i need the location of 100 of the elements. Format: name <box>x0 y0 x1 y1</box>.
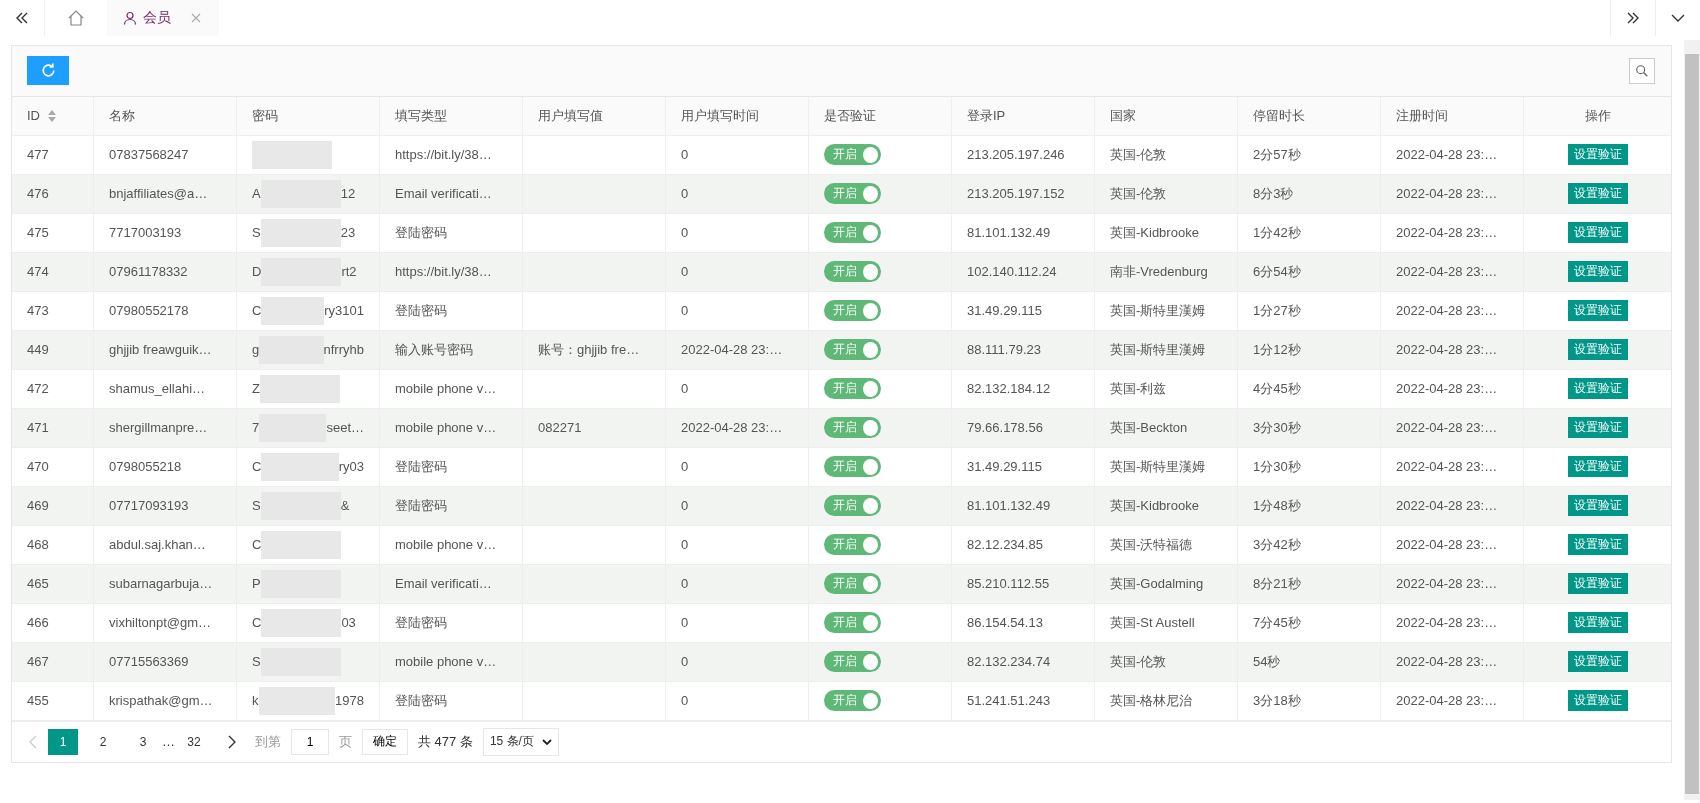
table-cell: P <box>252 576 261 592</box>
page-button[interactable]: 1 <box>48 728 78 755</box>
next-page-icon[interactable] <box>227 733 237 750</box>
table-cell: 2022-04-28 23:… <box>1396 459 1498 475</box>
total-count: 共 477 条 <box>418 732 473 751</box>
table-cell: Email verificati… <box>395 576 492 592</box>
table-cell: 466 <box>27 615 49 631</box>
table-cell: 88.111.79.23 <box>967 342 1041 358</box>
table-cell: C <box>252 537 262 553</box>
set-verify-button[interactable]: 设置验证 <box>1568 183 1628 205</box>
table-cell: C <box>252 615 262 631</box>
table-cell: subarnagarbuja… <box>109 576 213 592</box>
table-cell: 0 <box>681 303 689 319</box>
set-verify-button[interactable]: 设置验证 <box>1568 456 1628 478</box>
toggle-switch[interactable]: 开启 <box>824 573 881 595</box>
toggle-switch[interactable]: 开启 <box>824 534 881 556</box>
table-cell: 31.49.29.115 <box>967 303 1042 319</box>
set-verify-button[interactable]: 设置验证 <box>1568 612 1628 634</box>
set-verify-button[interactable]: 设置验证 <box>1568 261 1628 283</box>
toggle-switch[interactable]: 开启 <box>824 690 881 712</box>
table-cell: 07717093193 <box>109 498 189 514</box>
column-header: 用户填写时间 <box>681 106 759 125</box>
search-button[interactable] <box>1629 57 1655 84</box>
table-cell: 3分30秒 <box>1253 418 1301 437</box>
member-tab[interactable]: 会员 <box>107 0 219 36</box>
toggle-switch[interactable]: 开启 <box>824 612 881 634</box>
refresh-button[interactable] <box>27 56 69 86</box>
page-size-select[interactable]: 15 条/页 <box>482 727 559 756</box>
toggle-switch[interactable]: 开启 <box>824 261 881 283</box>
table-cell: 12 <box>340 186 356 202</box>
set-verify-button[interactable]: 设置验证 <box>1568 300 1628 322</box>
column-header: 注册时间 <box>1396 106 1448 125</box>
table-cell: 213.205.197.246 <box>967 147 1065 163</box>
table-cell: 1分48秒 <box>1253 496 1301 515</box>
scrollbar[interactable] <box>1684 40 1700 800</box>
confirm-button[interactable]: 确定 <box>362 728 408 755</box>
page-button[interactable]: 3 <box>128 728 158 755</box>
set-verify-button[interactable]: 设置验证 <box>1568 144 1628 166</box>
set-verify-button[interactable]: 设置验证 <box>1568 690 1628 712</box>
table-cell: 2022-04-28 23:… <box>1396 420 1498 436</box>
table-cell: 54秒 <box>1253 652 1281 671</box>
page-input[interactable]: 1 <box>291 728 329 755</box>
table-cell: 1分27秒 <box>1253 301 1301 320</box>
table-cell: 213.205.197.152 <box>967 186 1065 202</box>
set-verify-button[interactable]: 设置验证 <box>1568 417 1628 439</box>
page-button[interactable]: 2 <box>88 728 118 755</box>
table-cell: 81.101.132.49 <box>967 225 1051 241</box>
set-verify-button[interactable]: 设置验证 <box>1568 573 1628 595</box>
table-cell: 0 <box>681 147 689 163</box>
close-icon[interactable] <box>191 13 201 23</box>
tab-label: 会员 <box>143 9 171 27</box>
table-cell: 86.154.54.13 <box>967 615 1043 631</box>
table-cell: 英国-沃特福德 <box>1110 535 1193 554</box>
table-cell: https://bit.ly/38… <box>395 147 492 163</box>
table-cell: 0 <box>681 381 689 397</box>
set-verify-button[interactable]: 设置验证 <box>1568 495 1628 517</box>
table-cell: mobile phone v… <box>395 537 497 553</box>
home-icon[interactable] <box>67 9 85 27</box>
table-cell: 登陆密码 <box>395 691 447 710</box>
table-cell: seet… <box>326 420 364 436</box>
set-verify-button[interactable]: 设置验证 <box>1568 651 1628 673</box>
toggle-switch[interactable]: 开启 <box>824 456 881 478</box>
table-cell: 0 <box>681 186 689 202</box>
table-cell: 英国-斯特里漢姆 <box>1110 301 1206 320</box>
collapse-left-icon[interactable] <box>14 10 30 26</box>
table-cell: 南非-Vredenburg <box>1110 262 1208 281</box>
table-cell: https://bit.ly/38… <box>395 264 492 280</box>
goto-label: 到第 <box>255 732 281 751</box>
set-verify-button[interactable]: 设置验证 <box>1568 222 1628 244</box>
page-button[interactable]: 32 <box>179 728 209 755</box>
toggle-switch[interactable]: 开启 <box>824 339 881 361</box>
table-cell: 英国-伦敦 <box>1110 145 1167 164</box>
table-cell: 0 <box>681 615 689 631</box>
table-cell: ghjjib freawguik… <box>109 342 212 358</box>
table-cell: S <box>252 225 261 241</box>
set-verify-button[interactable]: 设置验证 <box>1568 339 1628 361</box>
toggle-switch[interactable]: 开启 <box>824 378 881 400</box>
ellipsis: … <box>162 734 175 750</box>
toggle-switch[interactable]: 开启 <box>824 300 881 322</box>
expand-right-icon[interactable] <box>1625 10 1641 26</box>
table-cell: 2022-04-28 23:… <box>1396 576 1498 592</box>
table-cell: 2022-04-28 23:… <box>1396 615 1498 631</box>
toggle-switch[interactable]: 开启 <box>824 417 881 439</box>
table-cell: 账号：ghjjib fre… <box>538 340 640 359</box>
table-cell: 79.66.178.56 <box>967 420 1043 436</box>
table-cell: g <box>252 342 260 358</box>
set-verify-button[interactable]: 设置验证 <box>1568 378 1628 400</box>
column-header: 登录IP <box>967 106 1006 125</box>
toggle-switch[interactable]: 开启 <box>824 183 881 205</box>
toggle-switch[interactable]: 开启 <box>824 144 881 166</box>
table-cell: 477 <box>27 147 49 163</box>
toggle-switch[interactable]: 开启 <box>824 495 881 517</box>
sort-icon[interactable] <box>48 109 56 122</box>
toggle-switch[interactable]: 开启 <box>824 651 881 673</box>
table-cell: 51.241.51.243 <box>967 693 1051 709</box>
table-cell: 0 <box>681 654 689 670</box>
toggle-switch[interactable]: 开启 <box>824 222 881 244</box>
table-cell: 英国-格林尼治 <box>1110 691 1193 710</box>
set-verify-button[interactable]: 设置验证 <box>1568 534 1628 556</box>
table-cell: 82.132.234.74 <box>967 654 1051 670</box>
